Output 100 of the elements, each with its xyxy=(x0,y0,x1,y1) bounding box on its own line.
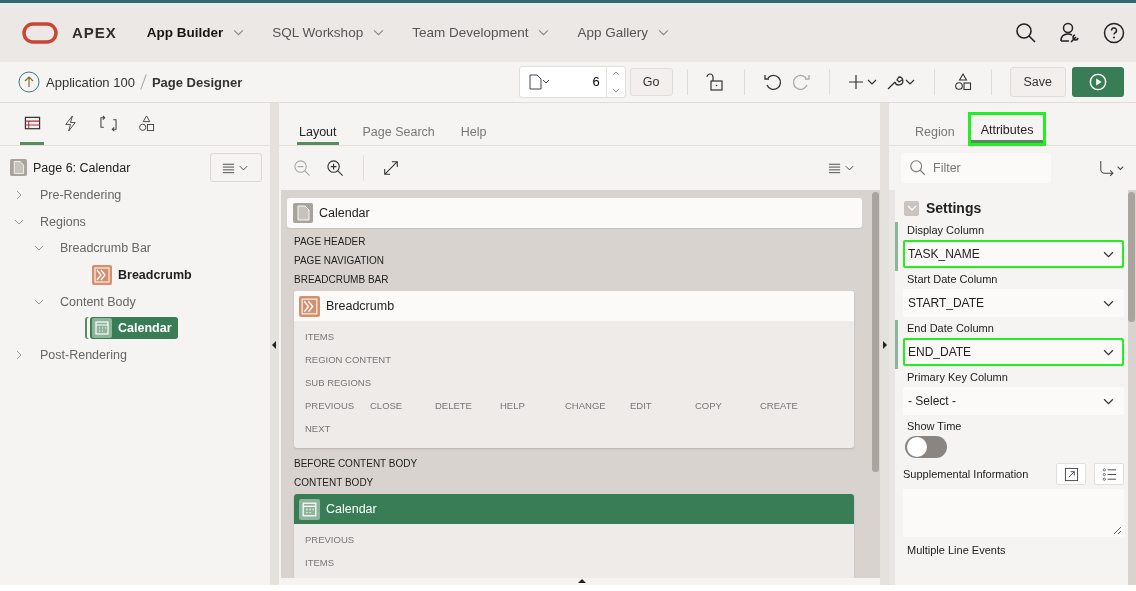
undo-icon[interactable] xyxy=(762,72,783,92)
position-label: HELP xyxy=(500,400,526,411)
group-title: Settings xyxy=(926,200,982,216)
select-field[interactable]: TASK_NAME xyxy=(903,240,1124,268)
select-field[interactable]: START_DATE xyxy=(903,289,1124,317)
help-icon[interactable] xyxy=(1102,20,1126,45)
loop-arrows-icon xyxy=(98,115,118,132)
play-icon xyxy=(1089,73,1107,91)
field-label: Start Date Column xyxy=(907,273,999,285)
panel-tab[interactable]: Help xyxy=(458,117,489,145)
go-to-arrow-icon[interactable] xyxy=(1098,158,1126,178)
region-header[interactable]: Breadcrumb xyxy=(294,291,854,321)
panel-tab[interactable]: Attributes xyxy=(970,115,1044,143)
position-label: REGION CONTENT xyxy=(305,354,392,365)
tree-item[interactable]: Regions xyxy=(40,214,86,229)
position-label: CHANGE xyxy=(565,400,607,411)
plus-menu-icon[interactable] xyxy=(847,72,878,92)
tree-item[interactable]: Content Body xyxy=(60,294,136,309)
toggle-switch[interactable] xyxy=(905,436,947,458)
chevron-down-icon xyxy=(1103,250,1114,258)
go-button[interactable]: Go xyxy=(629,68,673,96)
expand-up-arrow-icon[interactable] xyxy=(578,579,586,583)
page-name: Calendar xyxy=(319,206,370,220)
page-card[interactable]: Calendar xyxy=(287,198,862,228)
calendar-icon xyxy=(92,318,112,339)
field-label: Supplemental Information xyxy=(903,468,1029,480)
nav-menu[interactable]: App Builder xyxy=(146,25,245,40)
position-label: DELETE xyxy=(435,400,473,411)
run-button[interactable] xyxy=(1072,67,1124,97)
tree-item[interactable]: Breadcrumb Bar xyxy=(60,241,151,256)
panel-tab[interactable]: Region xyxy=(913,117,957,145)
menu-button[interactable] xyxy=(210,153,262,182)
logo-icon[interactable] xyxy=(22,21,58,44)
user-wrench-icon[interactable] xyxy=(1058,20,1082,45)
menu-icon xyxy=(222,161,250,174)
page-chevron-icon xyxy=(527,74,552,90)
chevron-down-icon xyxy=(233,29,245,36)
filter-field[interactable]: Filter xyxy=(901,153,1051,183)
position-label: CLOSE xyxy=(370,400,404,411)
double-chevron-icon xyxy=(299,295,320,317)
position-label: NEXT xyxy=(305,423,332,434)
collapse-toggle[interactable] xyxy=(904,200,919,216)
region-header[interactable]: Calendar xyxy=(294,494,854,524)
field-label: Display Column xyxy=(907,224,986,236)
position-label: EDIT xyxy=(630,400,653,411)
double-chevron-icon xyxy=(92,265,112,286)
field-label: Multiple Line Events xyxy=(907,544,1007,556)
calendar-icon xyxy=(299,498,320,520)
chevron-down-icon xyxy=(658,29,669,36)
panel-tab[interactable]: Layout xyxy=(297,117,339,145)
chevron-down-icon xyxy=(373,29,385,36)
nav-menu[interactable]: Team Development xyxy=(412,25,550,40)
chevron-down-icon xyxy=(538,29,550,36)
chevron-icon xyxy=(906,205,917,211)
chevron-right-icon[interactable] xyxy=(14,190,24,201)
expand-button[interactable] xyxy=(1056,463,1086,485)
position-label: ITEMS xyxy=(305,557,336,568)
nav-menu[interactable]: App Gallery xyxy=(577,25,669,40)
tree-item[interactable]: Breadcrumb xyxy=(90,264,198,287)
position-label: ITEMS xyxy=(305,331,336,342)
page-selector[interactable]: 6 xyxy=(518,66,626,98)
select-field[interactable]: END_DATE xyxy=(903,338,1124,366)
scrollbar[interactable] xyxy=(1128,192,1135,322)
page-icon xyxy=(10,159,27,176)
list-icon xyxy=(1101,466,1117,482)
breadcrumb-current: Page Designer xyxy=(151,74,243,90)
shapes-icon[interactable] xyxy=(952,72,973,92)
menu-icon[interactable] xyxy=(828,162,856,174)
field-label: Primary Key Column xyxy=(907,371,1009,383)
tree-item[interactable]: Pre-Rendering xyxy=(40,188,122,203)
chevron-down-icon xyxy=(1103,397,1114,405)
position-label: CREATE xyxy=(760,400,799,411)
tree-item[interactable]: Post-Rendering xyxy=(40,347,127,362)
region-card[interactable]: Breadcrumb ITEMS REGION CONTENT SUB REGIONS PREVIOUS CLOSE DELETE HELP CHANGE EDIT COPY CREATE NEXT xyxy=(294,291,854,448)
list-button[interactable] xyxy=(1094,463,1124,485)
region-title: Calendar xyxy=(326,502,377,516)
save-button[interactable]: Save xyxy=(1009,67,1066,97)
region-card[interactable]: Calendar PREVIOUS ITEMS xyxy=(294,494,854,578)
nav-menu[interactable]: SQL Workshop xyxy=(272,25,385,40)
zoom-in-icon[interactable] xyxy=(326,158,345,178)
position-label: PAGE NAVIGATION xyxy=(294,255,385,266)
scrollbar[interactable] xyxy=(872,192,879,472)
position-label: PREVIOUS xyxy=(305,534,356,545)
position-label: CONTENT BODY xyxy=(294,477,375,488)
expand-icon[interactable] xyxy=(382,159,400,177)
position-label: SUB REGIONS xyxy=(305,377,371,388)
breadcrumb-link[interactable]: Application 100 xyxy=(46,74,135,90)
panel-tab[interactable]: Page Search xyxy=(360,117,437,145)
chevron-down-icon xyxy=(1103,348,1114,356)
position-label: PREVIOUS xyxy=(305,400,356,411)
search-icon[interactable] xyxy=(1014,20,1038,45)
unlocked-padlock-icon[interactable] xyxy=(705,72,726,92)
select-field[interactable]: - Select - xyxy=(903,387,1124,415)
page-icon xyxy=(293,203,313,223)
position-label: PAGE HEADER xyxy=(294,236,367,247)
position-label: BREADCRUMB BAR xyxy=(294,274,390,285)
search-icon xyxy=(909,159,927,177)
page-title[interactable]: Page 6: Calendar xyxy=(33,160,131,175)
chevron-right-icon[interactable] xyxy=(14,349,24,360)
position-label: COPY xyxy=(695,400,723,411)
